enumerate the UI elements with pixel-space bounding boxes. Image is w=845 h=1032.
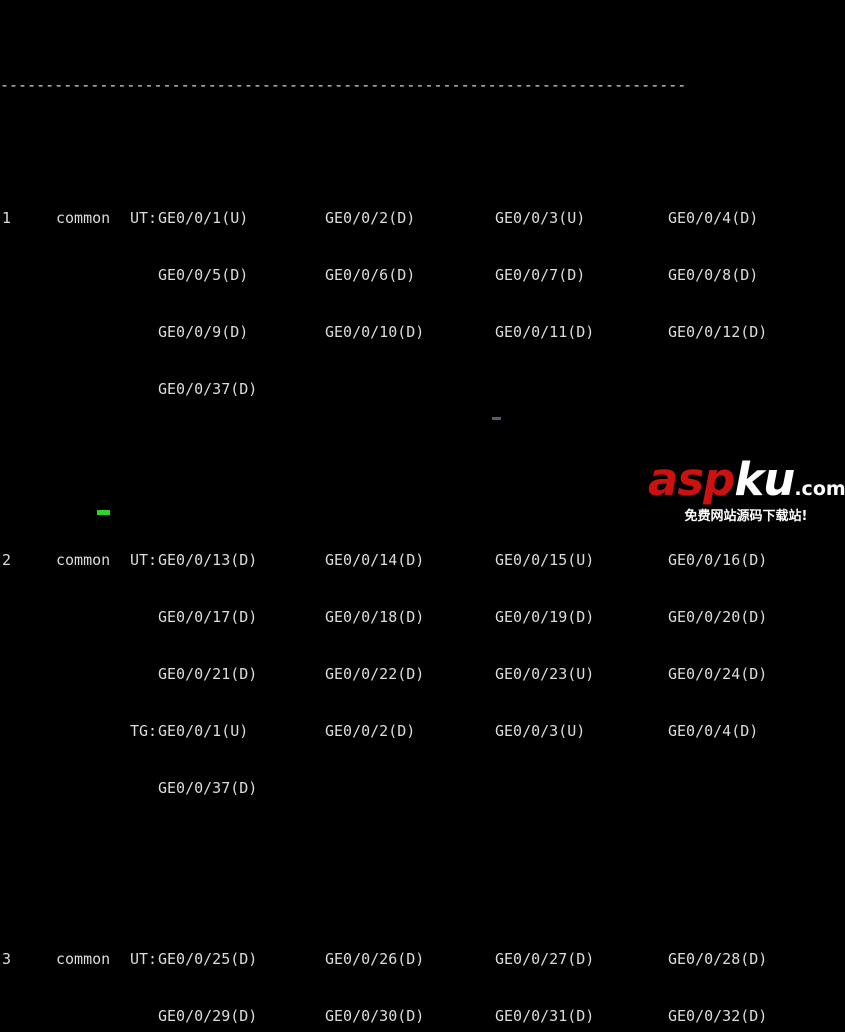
vlan-id: 1 [2,209,12,227]
tag-mode-label: UT: [130,950,158,968]
port-entry: GE0/0/25(D) [158,950,258,968]
tag-mode-label: UT: [130,209,158,227]
port-entry: GE0/0/17(D) [158,608,258,626]
vlan-port-row: GE0/0/37(D) [0,779,845,798]
port-entry: GE0/0/13(D) [158,551,258,569]
tag-mode-label: TG: [130,722,158,740]
vlan-port-row: GE0/0/9(D) GE0/0/10(D) GE0/0/11(D) GE0/0… [0,323,845,342]
port-entry: GE0/0/4(D) [668,722,759,740]
vlan-type: common [56,551,111,569]
port-entry: GE0/0/30(D) [325,1007,425,1025]
vlan-port-row: 3 common UT: GE0/0/25(D) GE0/0/26(D) GE0… [0,950,845,969]
port-entry: GE0/0/3(U) [495,722,586,740]
site-watermark: aspku.com 免费网站源码下载站! [648,457,845,524]
watermark-tld: .com [794,478,845,500]
port-entry: GE0/0/15(U) [495,551,595,569]
port-entry: GE0/0/1(U) [158,209,249,227]
vlan-type: common [56,209,111,227]
port-entry: GE0/0/10(D) [325,323,425,341]
port-entry: GE0/0/22(D) [325,665,425,683]
port-entry: GE0/0/28(D) [668,950,768,968]
terminal-cursor [97,510,110,515]
port-entry: GE0/0/19(D) [495,608,595,626]
port-entry: GE0/0/2(D) [325,209,416,227]
vlan-port-block: 3 common UT: GE0/0/25(D) GE0/0/26(D) GE0… [0,912,845,1032]
vlan-port-row: 1 common UT: GE0/0/1(U) GE0/0/2(D) GE0/0… [0,209,845,228]
vlan-port-row: GE0/0/37(D) [0,380,845,399]
port-entry: GE0/0/24(D) [668,665,768,683]
port-entry: GE0/0/20(D) [668,608,768,626]
port-entry: GE0/0/21(D) [158,665,258,683]
port-entry: GE0/0/29(D) [158,1007,258,1025]
vlan-port-row: GE0/0/5(D) GE0/0/6(D) GE0/0/7(D) GE0/0/8… [0,266,845,285]
port-entry: GE0/0/32(D) [668,1007,768,1025]
port-entry: GE0/0/27(D) [495,950,595,968]
terminal-screen[interactable]: ----------------------------------------… [0,0,845,1025]
vlan-port-row: GE0/0/21(D) GE0/0/22(D) GE0/0/23(U) GE0/… [0,665,845,684]
port-entry: GE0/0/4(D) [668,209,759,227]
vlan-port-row: GE0/0/29(D) GE0/0/30(D) GE0/0/31(D) GE0/… [0,1007,845,1026]
vlan-port-row: TG: GE0/0/1(U) GE0/0/2(D) GE0/0/3(U) GE0… [0,722,845,741]
top-separator-rule: ----------------------------------------… [0,76,687,94]
port-entry: GE0/0/3(U) [495,209,586,227]
watermark-brand-red: asp [648,453,735,506]
port-entry: GE0/0/11(D) [495,323,595,341]
watermark-subtitle: 免费网站源码下载站! [684,509,808,524]
vlan-port-row: GE0/0/17(D) GE0/0/18(D) GE0/0/19(D) GE0/… [0,608,845,627]
port-entry: GE0/0/23(U) [495,665,595,683]
vlan-port-block: 2 common UT: GE0/0/13(D) GE0/0/14(D) GE0… [0,513,845,836]
watermark-brand-white: ku [734,453,795,506]
port-entry: GE0/0/37(D) [158,380,258,398]
vlan-id: 2 [2,551,12,569]
port-entry: GE0/0/5(D) [158,266,249,284]
port-entry: GE0/0/14(D) [325,551,425,569]
port-entry: GE0/0/26(D) [325,950,425,968]
vlan-id: 3 [2,950,12,968]
tag-mode-label: UT: [130,551,158,569]
port-entry: GE0/0/18(D) [325,608,425,626]
port-entry: GE0/0/9(D) [158,323,249,341]
port-entry: GE0/0/16(D) [668,551,768,569]
render-artifact [492,417,501,420]
port-entry: GE0/0/6(D) [325,266,416,284]
watermark-brand: aspku.com [648,457,845,511]
port-entry: GE0/0/37(D) [158,779,258,797]
port-entry: GE0/0/2(D) [325,722,416,740]
port-entry: GE0/0/7(D) [495,266,586,284]
vlan-port-row: 2 common UT: GE0/0/13(D) GE0/0/14(D) GE0… [0,551,845,570]
port-entry: GE0/0/31(D) [495,1007,595,1025]
port-entry: GE0/0/1(U) [158,722,249,740]
port-entry: GE0/0/12(D) [668,323,768,341]
port-entry: GE0/0/8(D) [668,266,759,284]
vlan-type: common [56,950,111,968]
vlan-port-block: 1 common UT: GE0/0/1(U) GE0/0/2(D) GE0/0… [0,171,845,437]
